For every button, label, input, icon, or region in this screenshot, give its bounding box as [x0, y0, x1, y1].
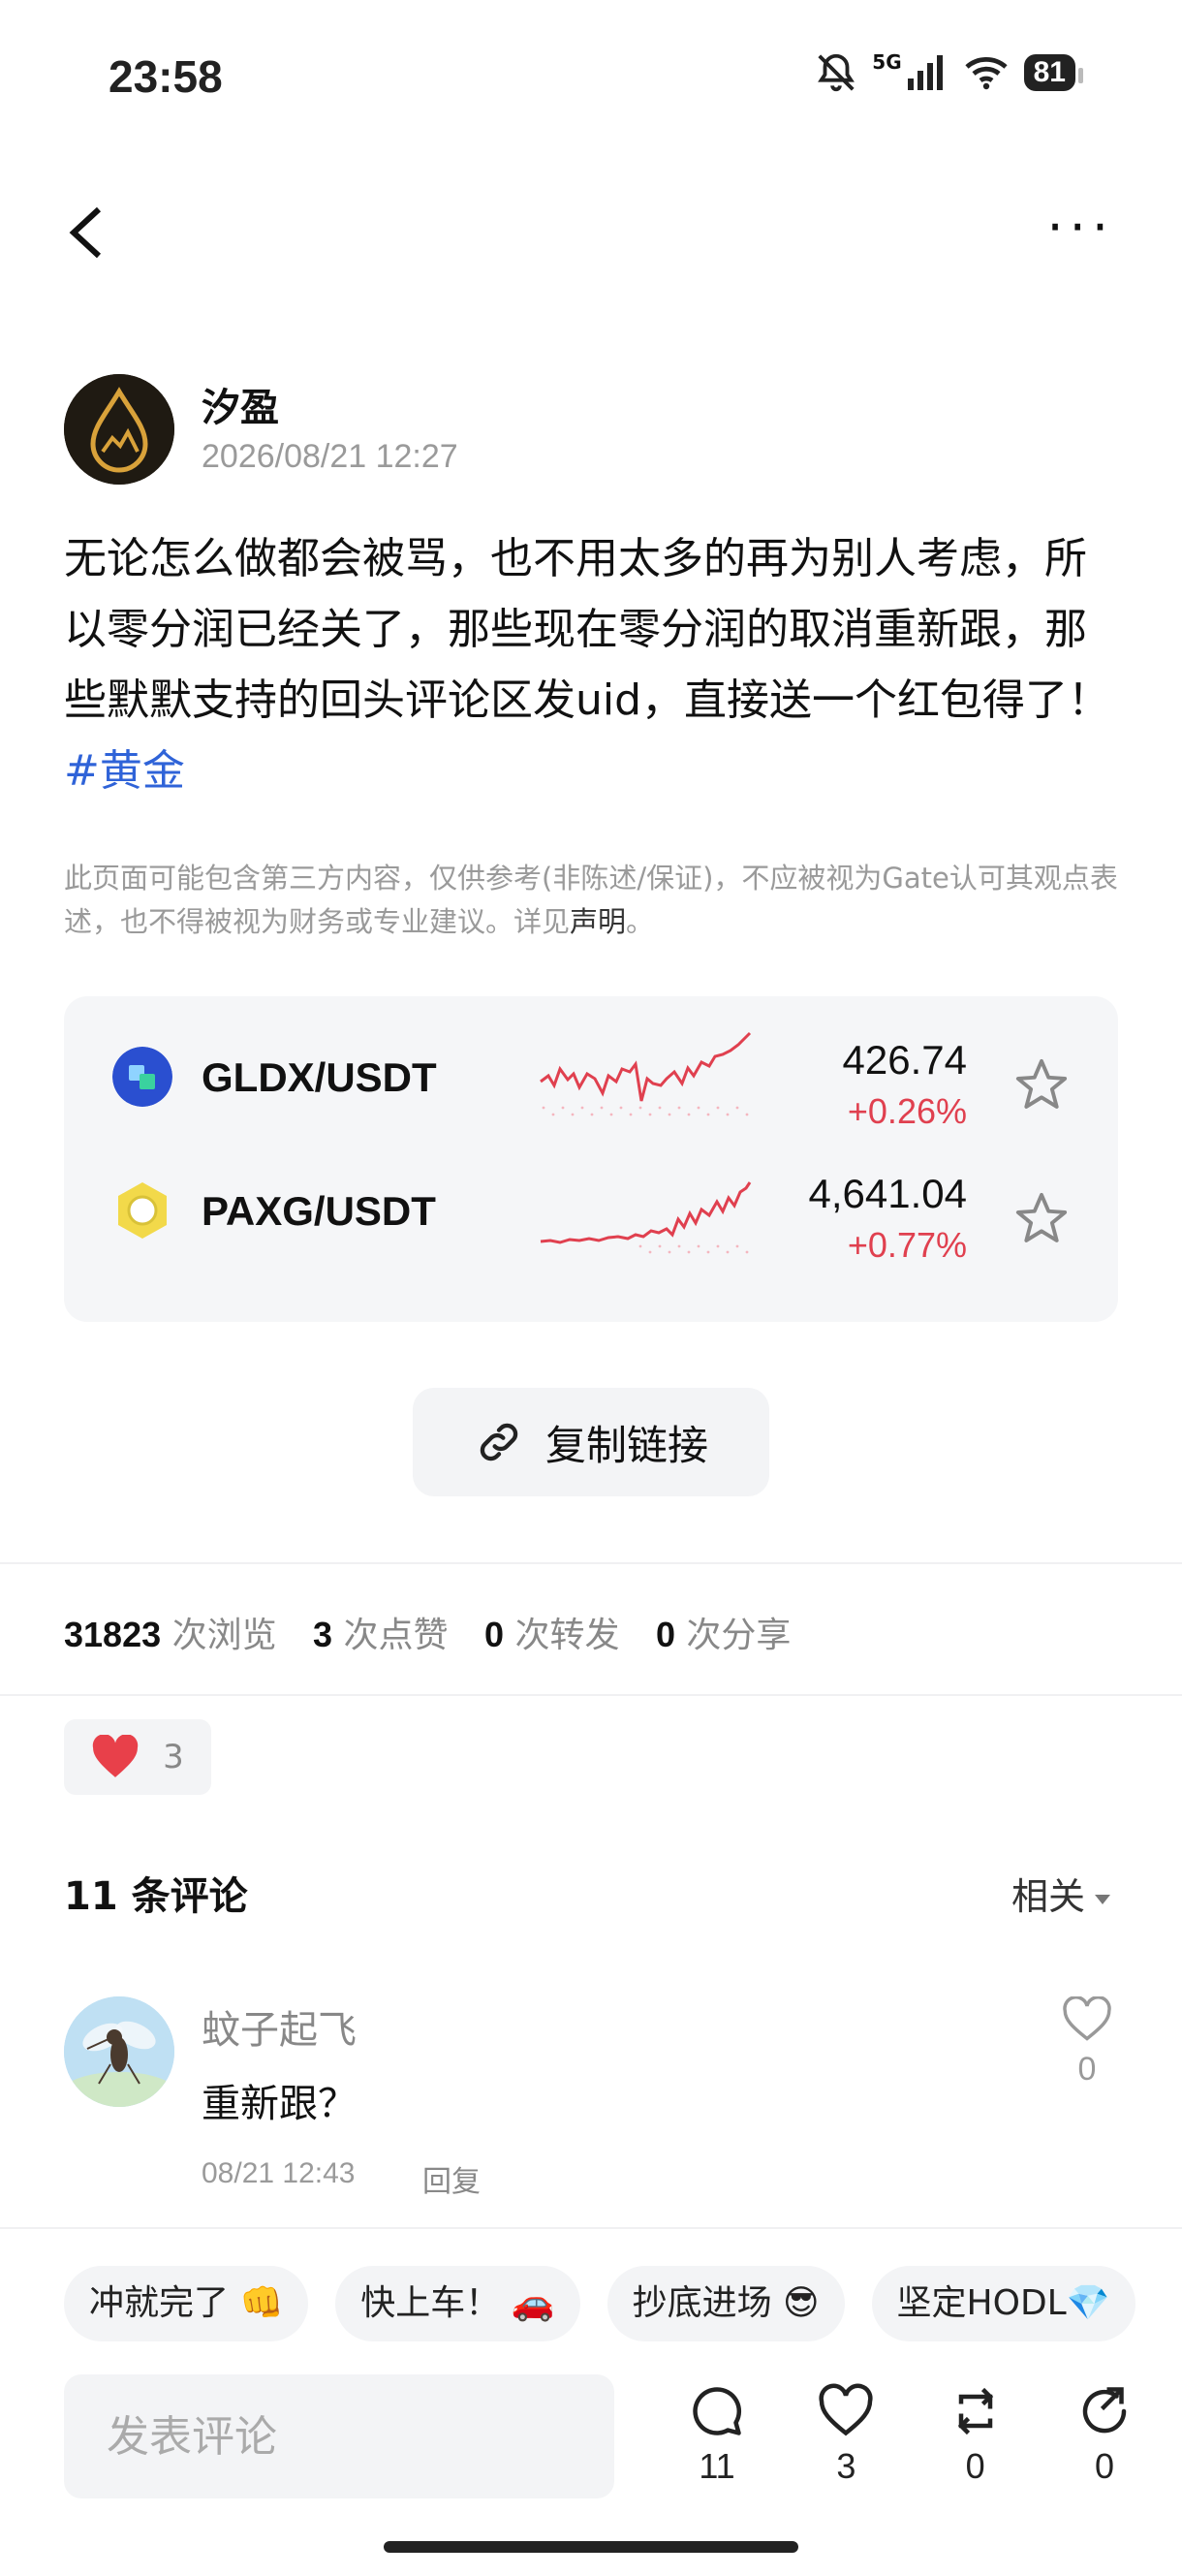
comment-like-count: 0 — [1077, 2051, 1097, 2088]
repost-count: 0 — [965, 2446, 985, 2486]
comment-input[interactable] — [64, 2374, 614, 2498]
commenter-name[interactable]: 蚊子起飞 — [202, 1998, 357, 2055]
reposts-count: 0 — [483, 1615, 505, 1654]
caret-down-icon — [1095, 1894, 1110, 1904]
status-icons: 5G 81 — [814, 50, 1084, 95]
heart-reaction-chip[interactable]: 3 — [64, 1719, 211, 1795]
gldx-coin-icon — [112, 1047, 172, 1107]
market-change: +0.26% — [847, 1091, 967, 1131]
market-pair: GLDX/USDT — [202, 1054, 437, 1100]
disclaimer-end: 。 — [626, 905, 655, 938]
comment-bubble-icon — [693, 2387, 742, 2435]
quick-reply-chip[interactable]: 坚定HODL💎 — [871, 2266, 1135, 2341]
market-change: +0.77% — [847, 1225, 967, 1265]
status-time: 23:58 — [109, 51, 223, 102]
sparkline-gldx — [540, 1031, 752, 1116]
back-arrow-icon[interactable] — [64, 204, 112, 262]
market-row-paxg[interactable]: PAXG/USDT 4,641.04 +0.77% — [64, 1149, 1118, 1275]
reposts-label: 次转发 — [514, 1616, 620, 1655]
post-content: 无论怎么做都会被骂，也不用太多的再为别人考虑，所以零分润已经关了，那些现在零分润… — [64, 523, 1120, 806]
market-price: 4,641.04 — [808, 1171, 968, 1216]
favorite-star-icon[interactable] — [1013, 1190, 1070, 1246]
repost-action[interactable]: 0 — [937, 2382, 1014, 2487]
mosquito-avatar-icon — [64, 1996, 174, 2107]
disclaimer-link[interactable]: 声明 — [570, 905, 626, 938]
comment-count: 11 — [699, 2446, 735, 2486]
share-count: 0 — [1094, 2446, 1114, 2486]
copy-link-button[interactable]: 复制链接 — [413, 1388, 769, 1496]
quick-reply-chips: 冲就完了 👊 快上车！ 🚗 抄底进场 😎 坚定HODL💎 — [64, 2266, 1135, 2341]
home-indicator[interactable] — [384, 2541, 798, 2553]
comment-input-wrapper — [64, 2374, 614, 2498]
favorite-star-icon[interactable] — [1013, 1056, 1070, 1113]
comments-title: 11 条评论 — [64, 1874, 248, 1919]
likes-label: 次点赞 — [343, 1616, 449, 1655]
market-row-gldx[interactable]: GLDX/USDT 426.74 +0.26% — [64, 1016, 1118, 1142]
gold-drop-logo-icon — [64, 374, 174, 485]
comment-text: 重新跟？ — [202, 2082, 357, 2126]
author-avatar[interactable] — [64, 374, 174, 485]
author-name[interactable]: 汐盈 — [202, 376, 279, 432]
divider — [0, 1562, 1182, 1564]
commenter-avatar[interactable] — [64, 1996, 174, 2107]
signal-icon — [907, 55, 943, 90]
wifi-icon — [965, 56, 1008, 90]
quick-reply-chip[interactable]: 冲就完了 👊 — [64, 2266, 309, 2341]
quick-reply-chip[interactable]: 抄底进场 😎 — [607, 2266, 845, 2341]
sparkline-paxg — [540, 1181, 752, 1254]
post-stats: 31823 次浏览 3 次点赞 0 次转发 0 次分享 — [64, 1607, 816, 1657]
red-heart-icon — [92, 1735, 139, 1777]
views-count: 31823 — [64, 1615, 162, 1654]
shares-count: 0 — [655, 1615, 675, 1654]
like-count: 3 — [836, 2446, 856, 2486]
reaction-count: 3 — [163, 1738, 184, 1776]
mute-icon — [818, 53, 855, 92]
comment-reply-button[interactable]: 回复 — [422, 2157, 481, 2200]
comment-action[interactable]: 11 — [678, 2382, 756, 2487]
heart-outline-icon — [1063, 1995, 1111, 2041]
paxg-coin-icon — [118, 1182, 167, 1239]
likes-count: 3 — [313, 1615, 333, 1654]
disclaimer: 此页面可能包含第三方内容，仅供参考(非陈述/保证)，不应被视为Gate认可其观点… — [64, 857, 1120, 944]
divider — [0, 1694, 1182, 1696]
comments-sort-dropdown[interactable]: 相关 — [1011, 1867, 1110, 1920]
comment-like-button[interactable]: 0 — [1060, 1995, 1114, 2089]
sort-label: 相关 — [1011, 1875, 1085, 1918]
market-pair: PAXG/USDT — [202, 1188, 436, 1234]
market-card: GLDX/USDT 426.74 +0.26% PAXG/USDT 4,641.… — [64, 996, 1118, 1322]
more-options-icon[interactable]: ··· — [1047, 202, 1115, 254]
quick-reply-chip[interactable]: 快上车！ 🚗 — [335, 2266, 580, 2341]
repost-icon — [957, 2387, 993, 2435]
views-label: 次浏览 — [171, 1616, 277, 1655]
hashtag-link[interactable]: #黄金 — [64, 746, 185, 796]
share-action[interactable]: 0 — [1066, 2382, 1143, 2487]
battery-indicator: 81 — [1023, 54, 1084, 91]
shares-label: 次分享 — [686, 1616, 792, 1655]
comment-time: 08/21 12:43 — [202, 2157, 356, 2189]
market-price: 426.74 — [842, 1037, 967, 1083]
link-icon — [480, 1423, 518, 1461]
post-text: 无论怎么做都会被骂，也不用太多的再为别人考虑，所以零分润已经关了，那些现在零分润… — [64, 534, 1111, 725]
post-date: 2026/08/21 12:27 — [202, 438, 458, 475]
share-icon — [1082, 2387, 1127, 2434]
like-action[interactable]: 3 — [807, 2382, 885, 2487]
bottom-bar: 冲就完了 👊 快上车！ 🚗 抄底进场 😎 坚定HODL💎 11 3 0 0 — [0, 2227, 1182, 2576]
copy-link-label: 复制链接 — [544, 1421, 708, 1469]
network-label: 5G — [872, 50, 902, 74]
bottom-actions: 11 3 0 0 — [678, 2382, 1143, 2487]
heart-outline-icon — [819, 2383, 873, 2436]
